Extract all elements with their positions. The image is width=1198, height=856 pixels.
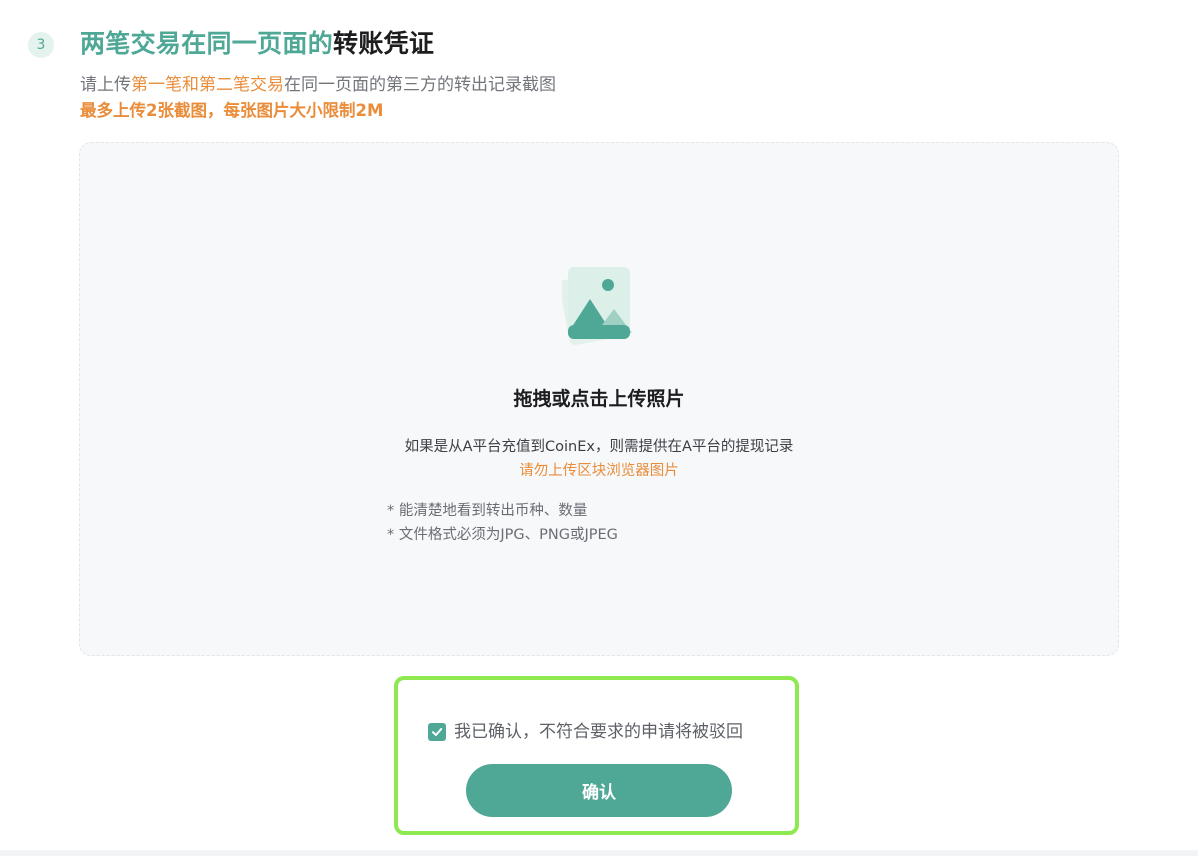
upload-hint: 如果是从A平台充值到CoinEx，则需提供在A平台的提现记录 (404, 439, 794, 455)
confirm-checkbox[interactable] (428, 723, 446, 741)
instruction-prefix: 请上传 (80, 75, 131, 95)
step-number-badge: 3 (28, 32, 54, 58)
confirm-panel: 我已确认，不符合要求的申请将被驳回 确认 (394, 676, 799, 835)
bottom-divider (0, 850, 1198, 856)
upload-limit-note: 最多上传2张截图，每张图片大小限制2M (80, 101, 384, 120)
title-highlight: 两笔交易在同一页面的 (80, 29, 334, 58)
requirement-item: * 能清楚地看到转出币种、数量 (387, 503, 588, 519)
upload-instruction: 请上传第一笔和第二笔交易在同一页面的第三方的转出记录截图 (80, 73, 556, 97)
confirm-checkbox-label: 我已确认，不符合要求的申请将被驳回 (454, 722, 743, 742)
instruction-suffix: 在同一页面的第三方的转出记录截图 (284, 75, 556, 95)
section-title: 两笔交易在同一页面的转账凭证 (80, 27, 434, 61)
requirement-item: * 文件格式必须为JPG、PNG或JPEG (387, 527, 618, 543)
upload-title: 拖拽或点击上传照片 (513, 388, 685, 410)
upload-dropzone[interactable]: 拖拽或点击上传照片 如果是从A平台充值到CoinEx，则需提供在A平台的提现记录… (79, 142, 1119, 656)
confirm-checkbox-row[interactable]: 我已确认，不符合要求的申请将被驳回 (428, 720, 743, 744)
image-icon (562, 267, 632, 345)
instruction-highlight: 第一笔和第二笔交易 (131, 75, 284, 95)
title-rest: 转账凭证 (333, 29, 435, 58)
confirm-button[interactable]: 确认 (466, 764, 732, 817)
page: 3 两笔交易在同一页面的转账凭证 请上传第一笔和第二笔交易在同一页面的第三方的转… (0, 0, 1198, 856)
upload-warning: 请勿上传区块浏览器图片 (519, 463, 679, 479)
check-icon (432, 728, 443, 736)
